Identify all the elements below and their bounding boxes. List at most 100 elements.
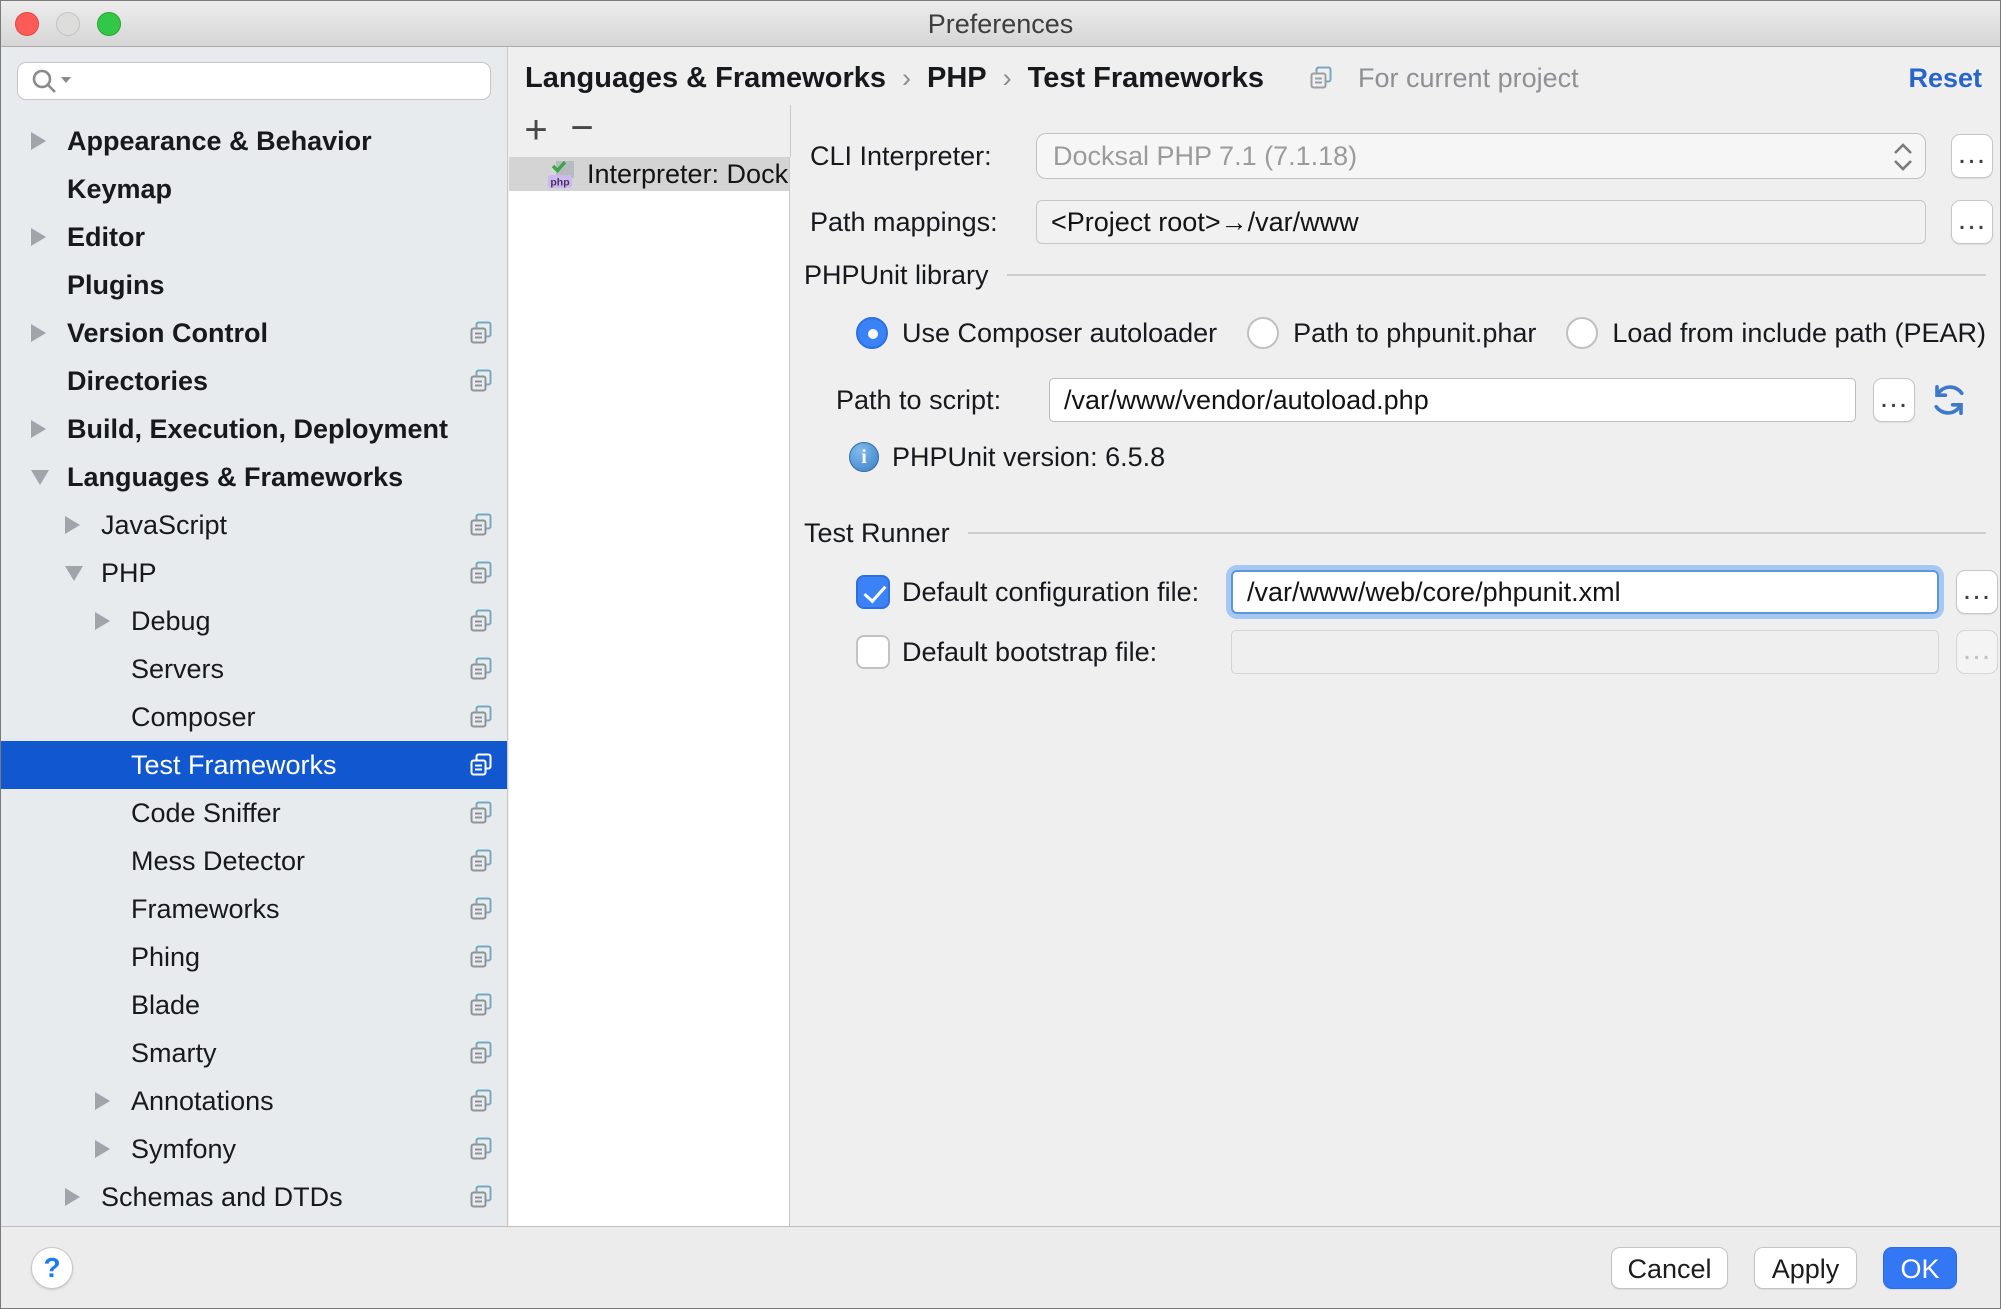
chevron-down-icon[interactable] bbox=[27, 470, 67, 485]
add-interpreter-button[interactable]: + bbox=[519, 113, 553, 149]
sidebar-tree: Appearance & Behavior Keymap Editor Plugins… bbox=[1, 117, 507, 1221]
interpreter-list-item[interactable]: php Interpreter: Docksal PHP 7.1 bbox=[509, 157, 789, 191]
ok-button[interactable]: OK bbox=[1883, 1247, 1957, 1289]
default-configuration-file-label: Default configuration file: bbox=[902, 577, 1231, 608]
php-interpreter-icon: php bbox=[547, 159, 577, 189]
cli-interpreter-select[interactable]: Docksal PHP 7.1 (7.1.18) bbox=[1036, 133, 1926, 179]
sidebar-item-label: Smarty bbox=[131, 1038, 217, 1069]
default-configuration-file-input[interactable] bbox=[1231, 570, 1939, 614]
sidebar-item-composer[interactable]: Composer bbox=[1, 693, 507, 741]
help-button[interactable]: ? bbox=[31, 1247, 73, 1289]
path-mappings-browse-button[interactable]: … bbox=[1951, 200, 1993, 244]
sidebar-item-label: Annotations bbox=[131, 1086, 274, 1117]
sidebar-item-javascript[interactable]: JavaScript bbox=[1, 501, 507, 549]
chevron-right-icon[interactable] bbox=[91, 612, 131, 630]
sidebar-item-label: Servers bbox=[131, 654, 224, 685]
sidebar-item-phing[interactable]: Phing bbox=[1, 933, 507, 981]
use-composer-autoloader-radio[interactable] bbox=[856, 317, 888, 349]
interpreter-item-label: Interpreter: Docksal PHP 7.1 bbox=[587, 159, 789, 190]
per-project-settings-icon bbox=[468, 368, 494, 394]
phpunit-version-note: PHPUnit version: 6.5.8 bbox=[892, 442, 1165, 473]
default-bootstrap-file-checkbox[interactable] bbox=[856, 635, 890, 669]
sidebar-item-label: Composer bbox=[131, 702, 256, 733]
refresh-icon[interactable] bbox=[1931, 382, 1967, 418]
info-icon: i bbox=[849, 442, 879, 472]
per-project-settings-icon bbox=[468, 560, 494, 586]
chevron-right-icon[interactable] bbox=[91, 1092, 131, 1110]
settings-sidebar: Appearance & Behavior Keymap Editor Plugins… bbox=[1, 47, 508, 1228]
svg-text:php: php bbox=[550, 177, 569, 189]
per-project-settings-icon bbox=[468, 1040, 494, 1066]
chevron-right-icon[interactable] bbox=[61, 1188, 101, 1206]
sidebar-item-appearance-behavior[interactable]: Appearance & Behavior bbox=[1, 117, 507, 165]
per-project-settings-icon bbox=[468, 800, 494, 826]
search-box bbox=[17, 62, 491, 100]
sidebar-item-test-frameworks[interactable]: Test Frameworks bbox=[1, 741, 507, 789]
sidebar-item-label: Editor bbox=[67, 222, 145, 253]
apply-button[interactable]: Apply bbox=[1754, 1247, 1857, 1289]
sidebar-item-version-control[interactable]: Version Control bbox=[1, 309, 507, 357]
interpreter-list: php Interpreter: Docksal PHP 7.1 bbox=[509, 157, 790, 1228]
chevron-down-icon[interactable] bbox=[61, 566, 101, 581]
footer-bar: ? Cancel Apply OK bbox=[1, 1226, 2000, 1308]
chevron-right-icon[interactable] bbox=[27, 420, 67, 438]
search-icon bbox=[31, 68, 77, 96]
cli-interpreter-browse-button[interactable]: … bbox=[1951, 134, 1993, 178]
sidebar-item-label: Build, Execution, Deployment bbox=[67, 414, 448, 445]
chevron-right-icon[interactable] bbox=[61, 516, 101, 534]
sidebar-item-smarty[interactable]: Smarty bbox=[1, 1029, 507, 1077]
load-from-include-path-radio[interactable] bbox=[1566, 317, 1598, 349]
default-bootstrap-file-input[interactable] bbox=[1231, 630, 1939, 674]
sidebar-item-label: Appearance & Behavior bbox=[67, 126, 372, 157]
sidebar-item-debug[interactable]: Debug bbox=[1, 597, 507, 645]
chevron-right-icon[interactable] bbox=[91, 1140, 131, 1158]
stepper-icon bbox=[1889, 140, 1917, 174]
per-project-settings-icon bbox=[468, 1136, 494, 1162]
test-runner-section-label: Test Runner bbox=[804, 518, 950, 549]
sidebar-item-symfony[interactable]: Symfony bbox=[1, 1125, 507, 1173]
close-button[interactable] bbox=[15, 12, 39, 36]
path-mappings-field[interactable] bbox=[1036, 200, 1926, 244]
per-project-settings-icon bbox=[468, 608, 494, 634]
default-configuration-file-checkbox[interactable] bbox=[856, 575, 890, 609]
sidebar-item-php[interactable]: PHP bbox=[1, 549, 507, 597]
cli-interpreter-label: CLI Interpreter: bbox=[810, 141, 1036, 172]
path-to-phpunit-phar-radio[interactable] bbox=[1247, 317, 1279, 349]
search-input[interactable] bbox=[80, 64, 480, 98]
sidebar-item-label: Test Frameworks bbox=[131, 750, 337, 781]
chevron-right-icon[interactable] bbox=[27, 228, 67, 246]
sidebar-item-editor[interactable]: Editor bbox=[1, 213, 507, 261]
default-bootstrap-file-browse-button[interactable]: … bbox=[1956, 630, 1998, 674]
sidebar-item-plugins[interactable]: Plugins bbox=[1, 261, 507, 309]
sidebar-item-languages-frameworks[interactable]: Languages & Frameworks bbox=[1, 453, 507, 501]
sidebar-item-label: PHP bbox=[101, 558, 157, 589]
path-to-script-input[interactable] bbox=[1049, 378, 1856, 422]
chevron-right-icon[interactable] bbox=[27, 132, 67, 150]
per-project-settings-icon bbox=[468, 704, 494, 730]
sidebar-item-blade[interactable]: Blade bbox=[1, 981, 507, 1029]
zoom-button[interactable] bbox=[97, 12, 121, 36]
sidebar-item-directories[interactable]: Directories bbox=[1, 357, 507, 405]
default-configuration-file-browse-button[interactable]: … bbox=[1956, 570, 1998, 614]
sidebar-item-servers[interactable]: Servers bbox=[1, 645, 507, 693]
sidebar-item-label: Code Sniffer bbox=[131, 798, 281, 829]
minimize-button[interactable] bbox=[56, 12, 80, 36]
sidebar-item-label: Blade bbox=[131, 990, 200, 1021]
window-title: Preferences bbox=[1, 1, 2000, 47]
sidebar-item-schemas-and-dtds[interactable]: Schemas and DTDs bbox=[1, 1173, 507, 1221]
sidebar-item-keymap[interactable]: Keymap bbox=[1, 165, 507, 213]
section-divider bbox=[1007, 274, 1986, 276]
sidebar-item-mess-detector[interactable]: Mess Detector bbox=[1, 837, 507, 885]
path-to-script-browse-button[interactable]: … bbox=[1873, 378, 1915, 422]
preferences-window: Preferences Appearance & Behavior Keymap E… bbox=[0, 0, 2001, 1309]
per-project-settings-icon bbox=[468, 944, 494, 970]
sidebar-item-label: Version Control bbox=[67, 318, 268, 349]
sidebar-item-annotations[interactable]: Annotations bbox=[1, 1077, 507, 1125]
sidebar-item-frameworks[interactable]: Frameworks bbox=[1, 885, 507, 933]
sidebar-item-label: Frameworks bbox=[131, 894, 280, 925]
remove-interpreter-button[interactable]: − bbox=[565, 113, 599, 149]
cancel-button[interactable]: Cancel bbox=[1611, 1247, 1728, 1289]
chevron-right-icon[interactable] bbox=[27, 324, 67, 342]
sidebar-item-build-execution-deployment[interactable]: Build, Execution, Deployment bbox=[1, 405, 507, 453]
sidebar-item-code-sniffer[interactable]: Code Sniffer bbox=[1, 789, 507, 837]
